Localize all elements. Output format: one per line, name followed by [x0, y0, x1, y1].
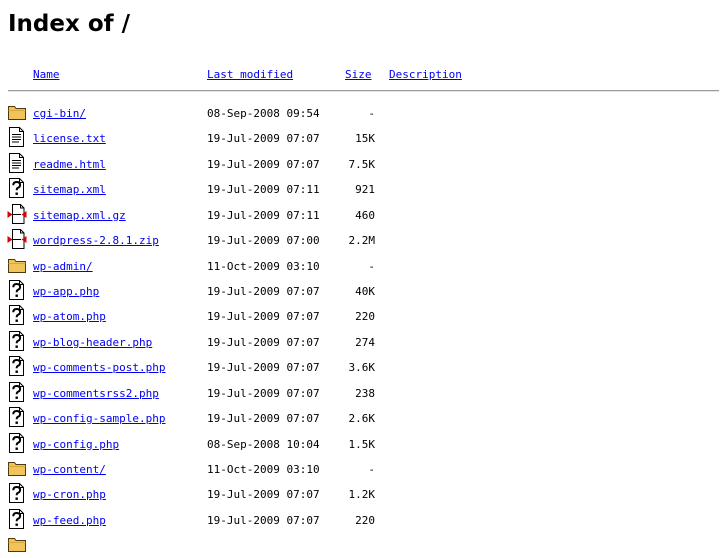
- text-file-icon: [7, 152, 27, 174]
- size-cell: 3.6K: [348, 361, 376, 375]
- size-cell: 238: [355, 386, 375, 400]
- table-row: wp-commentsrss2.php 19-Jul-2009 07:07 238: [0, 381, 727, 406]
- unknown-file-icon: [7, 508, 27, 530]
- last-modified-cell: 19-Jul-2009 07:07: [207, 335, 320, 349]
- table-row: wp-content/11-Oct-2009 03:10 -: [0, 457, 727, 482]
- last-modified-cell: 19-Jul-2009 07:00: [207, 234, 320, 248]
- table-row: sitemap.xml.gz 19-Jul-2009 07:11 460: [0, 203, 727, 228]
- folder-icon: [7, 101, 27, 123]
- file-link[interactable]: wp-config-sample.php: [33, 412, 165, 426]
- last-modified-cell: 08-Sep-2008 09:54: [207, 107, 320, 120]
- file-link[interactable]: wp-admin/: [33, 260, 93, 274]
- table-row: readme.html 19-Jul-2009 07:07 7.5K: [0, 152, 727, 177]
- table-row: wp-admin/11-Oct-2009 03:10 -: [0, 254, 727, 279]
- unknown-file-icon: [7, 177, 27, 199]
- file-link[interactable]: wp-commentsrss2.php: [33, 387, 159, 401]
- size-cell: 1.2K: [348, 488, 376, 502]
- file-link[interactable]: wp-blog-header.php: [33, 336, 152, 350]
- unknown-file-icon: [7, 406, 27, 428]
- unknown-file-icon: [7, 330, 27, 352]
- table-row: cgi-bin/08-Sep-2008 09:54 -: [0, 101, 727, 126]
- file-link[interactable]: license.txt: [33, 132, 106, 146]
- last-modified-cell: 19-Jul-2009 07:07: [207, 361, 320, 375]
- size-cell: 274: [355, 335, 375, 349]
- last-modified-cell: 19-Jul-2009 07:07: [207, 412, 320, 426]
- table-row: [0, 533, 727, 558]
- archive-file-icon: [7, 228, 27, 250]
- table-row: wp-cron.php 19-Jul-2009 07:07 1.2K: [0, 482, 727, 507]
- last-modified-cell: 11-Oct-2009 03:10: [207, 463, 320, 476]
- unknown-file-icon: [7, 355, 27, 377]
- table-row: wp-feed.php 19-Jul-2009 07:07 220: [0, 508, 727, 533]
- unknown-file-icon: [7, 279, 27, 301]
- archive-file-icon: [7, 203, 27, 225]
- size-cell: 460: [355, 208, 375, 222]
- size-cell: 1.5K: [348, 437, 376, 451]
- size-cell: 921: [355, 183, 375, 197]
- last-modified-cell: 19-Jul-2009 07:07: [207, 285, 320, 298]
- last-modified-cell: 11-Oct-2009 03:10: [207, 259, 320, 273]
- last-modified-cell: 19-Jul-2009 07:07: [207, 488, 320, 502]
- file-link[interactable]: wordpress-2.8.1.zip: [33, 234, 159, 248]
- size-cell: -: [368, 259, 375, 273]
- unknown-file-icon: [7, 432, 27, 454]
- file-link[interactable]: wp-content/: [33, 463, 106, 477]
- file-link[interactable]: wp-app.php: [33, 285, 99, 299]
- size-cell: -: [368, 107, 375, 120]
- file-list: cgi-bin/08-Sep-2008 09:54 - license.txt 19-…: [0, 0, 727, 553]
- unknown-file-icon: [7, 482, 27, 504]
- unknown-file-icon: [7, 381, 27, 403]
- file-link[interactable]: wp-cron.php: [33, 488, 106, 502]
- last-modified-cell: 19-Jul-2009 07:07: [207, 386, 320, 400]
- table-row: sitemap.xml 19-Jul-2009 07:11 921: [0, 177, 727, 202]
- size-cell: 2.6K: [348, 412, 376, 426]
- file-link[interactable]: wp-comments-post.php: [33, 361, 165, 375]
- table-row: wp-atom.php 19-Jul-2009 07:07 220: [0, 304, 727, 329]
- size-cell: 7.5K: [348, 157, 376, 171]
- unknown-file-icon: [7, 304, 27, 326]
- table-row: wp-app.php 19-Jul-2009 07:07 40K: [0, 279, 727, 304]
- file-link[interactable]: wp-atom.php: [33, 310, 106, 324]
- file-link[interactable]: sitemap.xml: [33, 183, 106, 197]
- folder-icon: [7, 533, 27, 555]
- table-row: wp-blog-header.php 19-Jul-2009 07:07 274: [0, 330, 727, 355]
- size-cell: 220: [355, 513, 375, 527]
- last-modified-cell: 19-Jul-2009 07:07: [207, 132, 320, 146]
- size-cell: 220: [355, 310, 375, 324]
- folder-icon: [7, 254, 27, 276]
- file-link[interactable]: wp-config.php: [33, 438, 119, 452]
- size-cell: 15K: [355, 132, 375, 146]
- last-modified-cell: 08-Sep-2008 10:04: [207, 437, 320, 451]
- size-cell: 40K: [355, 285, 375, 298]
- size-cell: -: [368, 463, 375, 476]
- size-cell: 2.2M: [348, 234, 376, 248]
- table-row: license.txt 19-Jul-2009 07:07 15K: [0, 126, 727, 151]
- file-link[interactable]: wp-feed.php: [33, 514, 106, 528]
- last-modified-cell: 19-Jul-2009 07:07: [207, 513, 320, 527]
- text-file-icon: [7, 126, 27, 148]
- table-row: wordpress-2.8.1.zip 19-Jul-2009 07:00 2.2M: [0, 228, 727, 253]
- table-row: wp-config-sample.php 19-Jul-2009 07:07 2.6…: [0, 406, 727, 431]
- folder-icon: [7, 457, 27, 479]
- last-modified-cell: 19-Jul-2009 07:07: [207, 310, 320, 324]
- file-link[interactable]: sitemap.xml.gz: [33, 209, 126, 223]
- table-row: wp-config.php 08-Sep-2008 10:04 1.5K: [0, 432, 727, 457]
- last-modified-cell: 19-Jul-2009 07:11: [207, 183, 320, 197]
- file-link[interactable]: cgi-bin/: [33, 107, 86, 121]
- table-row: wp-comments-post.php 19-Jul-2009 07:07 3.6…: [0, 355, 727, 380]
- file-link[interactable]: readme.html: [33, 158, 106, 172]
- last-modified-cell: 19-Jul-2009 07:11: [207, 208, 320, 222]
- last-modified-cell: 19-Jul-2009 07:07: [207, 157, 320, 171]
